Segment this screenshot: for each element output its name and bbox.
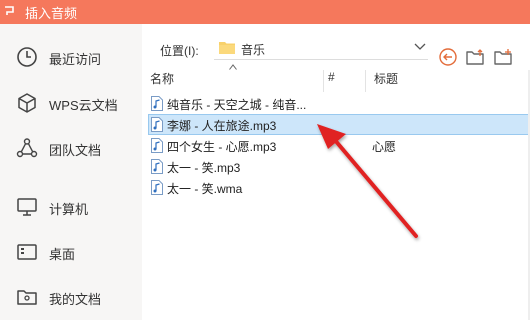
sidebar-item-team-docs[interactable]: 团队文档 (0, 128, 142, 168)
sidebar-item-label: 桌面 (49, 247, 76, 262)
sidebar: 最近访问 WPS云文档 团队文档 计算机 桌面 我的文档 (0, 24, 142, 320)
back-icon[interactable] (438, 47, 458, 67)
music-file-icon (151, 117, 163, 132)
sidebar-item-computer[interactable]: 计算机 (0, 187, 142, 227)
desktop-icon (17, 244, 37, 260)
sidebar-item-desktop[interactable]: 桌面 (0, 232, 142, 272)
sidebar-item-my-documents[interactable]: 我的文档 (0, 277, 142, 317)
file-name: 四个女生 - 心愿.mp3 (167, 140, 277, 154)
chevron-down-icon[interactable] (414, 43, 426, 51)
window-title: 插入音频 (25, 6, 78, 21)
column-header-title[interactable]: 标题 (374, 70, 398, 92)
file-row-selected[interactable]: 李娜 - 人在旅途.mp3 (148, 114, 529, 135)
location-value: 音乐 (241, 43, 266, 57)
sidebar-item-label: 计算机 (49, 202, 89, 217)
column-divider[interactable] (365, 70, 366, 92)
music-file-icon (151, 180, 163, 195)
file-row[interactable]: 纯音乐 - 天空之城 - 纯音... (149, 94, 528, 113)
music-file-icon (151, 96, 163, 111)
file-title: 心愿 (372, 140, 397, 154)
column-header-number[interactable]: # (328, 70, 335, 92)
app-icon (5, 6, 14, 15)
file-row[interactable]: 四个女生 - 心愿.mp3 心愿 (149, 136, 528, 155)
file-name: 李娜 - 人在旅途.mp3 (167, 119, 277, 133)
up-folder-icon[interactable] (465, 47, 485, 67)
sort-ascending-icon (229, 64, 237, 70)
location-label: 位置(I): (160, 44, 199, 58)
team-icon (16, 138, 38, 158)
file-name: 太一 - 笑.wma (167, 182, 243, 196)
file-name: 太一 - 笑.mp3 (167, 161, 241, 175)
sidebar-item-recent[interactable]: 最近访问 (0, 37, 142, 77)
music-file-icon (151, 159, 163, 174)
cube-icon (18, 93, 36, 113)
sidebar-item-label: WPS云文档 (49, 98, 118, 113)
column-header-name[interactable]: 名称 (150, 70, 174, 92)
sidebar-item-label: 最近访问 (49, 52, 102, 67)
location-dropdown[interactable]: 音乐 (214, 37, 428, 60)
folder-icon (219, 42, 235, 54)
sidebar-item-wps-cloud[interactable]: WPS云文档 (0, 83, 142, 123)
file-name: 纯音乐 - 天空之城 - 纯音... (167, 98, 307, 112)
monitor-icon (17, 198, 37, 216)
sidebar-item-label: 团队文档 (49, 143, 102, 158)
sidebar-item-label: 我的文档 (49, 292, 102, 307)
file-browser: 位置(I): 音乐 名称 # 标题 纯音乐 - 天空之城 - 纯音... 李娜 … (142, 24, 530, 320)
clock-icon (17, 47, 37, 67)
documents-folder-icon (17, 290, 37, 305)
new-folder-icon[interactable] (493, 47, 513, 67)
file-row[interactable]: 太一 - 笑.wma (149, 178, 528, 197)
column-divider[interactable] (323, 70, 324, 92)
title-bar: 插入音频 (0, 0, 530, 24)
music-file-icon (151, 138, 163, 153)
file-row[interactable]: 太一 - 笑.mp3 (149, 157, 528, 176)
